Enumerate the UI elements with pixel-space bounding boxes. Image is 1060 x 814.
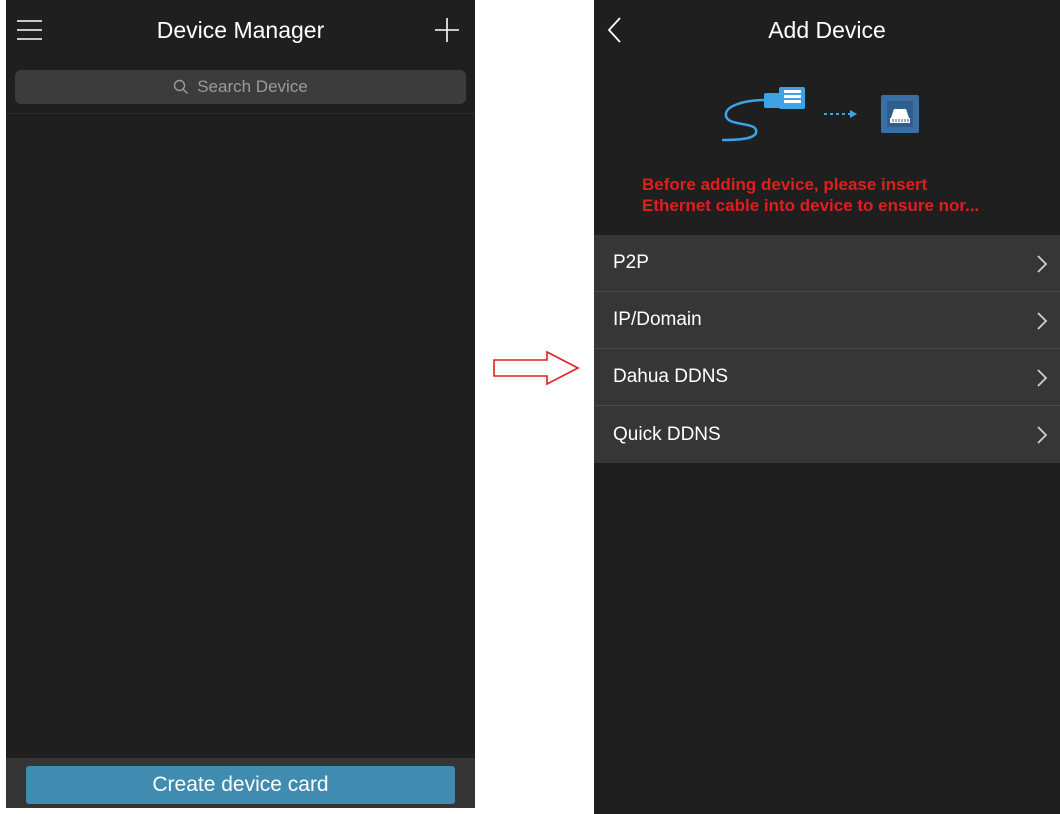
chevron-right-icon	[1037, 369, 1048, 387]
search-icon	[174, 79, 189, 94]
menu-item-label: P2P	[613, 252, 649, 273]
ethernet-cable-to-port-illustration	[594, 78, 1060, 158]
menu-item-label: IP/Domain	[613, 309, 702, 330]
ethernet-warning-text: Before adding device, please insert Ethe…	[642, 174, 1050, 216]
right-arrow-icon	[492, 350, 582, 391]
plus-icon[interactable]	[431, 14, 463, 46]
search-bar: Search Device	[6, 62, 475, 114]
page-title: Device Manager	[156, 17, 325, 43]
menu-item-label: Quick DDNS	[613, 423, 721, 445]
page-title: Add Device	[768, 17, 886, 43]
navigation-bar: Add Device	[594, 0, 1060, 62]
create-device-card-button[interactable]: Create device card	[26, 766, 455, 804]
warning-line: Before adding device, please insert	[642, 175, 928, 194]
add-method-list: P2P IP/Domain Dahua DDNS Quick DDNS	[594, 235, 1060, 463]
menu-item-ip-domain[interactable]: IP/Domain	[594, 292, 1060, 349]
menu-item-quick-ddns[interactable]: Quick DDNS	[594, 406, 1060, 463]
search-input[interactable]: Search Device	[15, 70, 466, 104]
bottom-toolbar: Create device card	[6, 758, 475, 808]
chevron-right-icon	[1037, 312, 1048, 330]
warning-line: Ethernet cable into device to ensure nor…	[642, 196, 980, 215]
navigation-bar: Device Manager	[6, 0, 475, 62]
chevron-right-icon	[1037, 426, 1048, 444]
chevron-right-icon	[1037, 255, 1048, 273]
search-placeholder: Search Device	[197, 77, 308, 96]
menu-item-label: Dahua DDNS	[613, 366, 729, 387]
menu-item-dahua-ddns[interactable]: Dahua DDNS	[594, 349, 1060, 406]
menu-item-p2p[interactable]: P2P	[594, 235, 1060, 292]
device-manager-screen: Device Manager Search Device Create devi…	[6, 0, 475, 808]
add-device-screen: Add Device Before adding device, please …	[594, 0, 1060, 814]
